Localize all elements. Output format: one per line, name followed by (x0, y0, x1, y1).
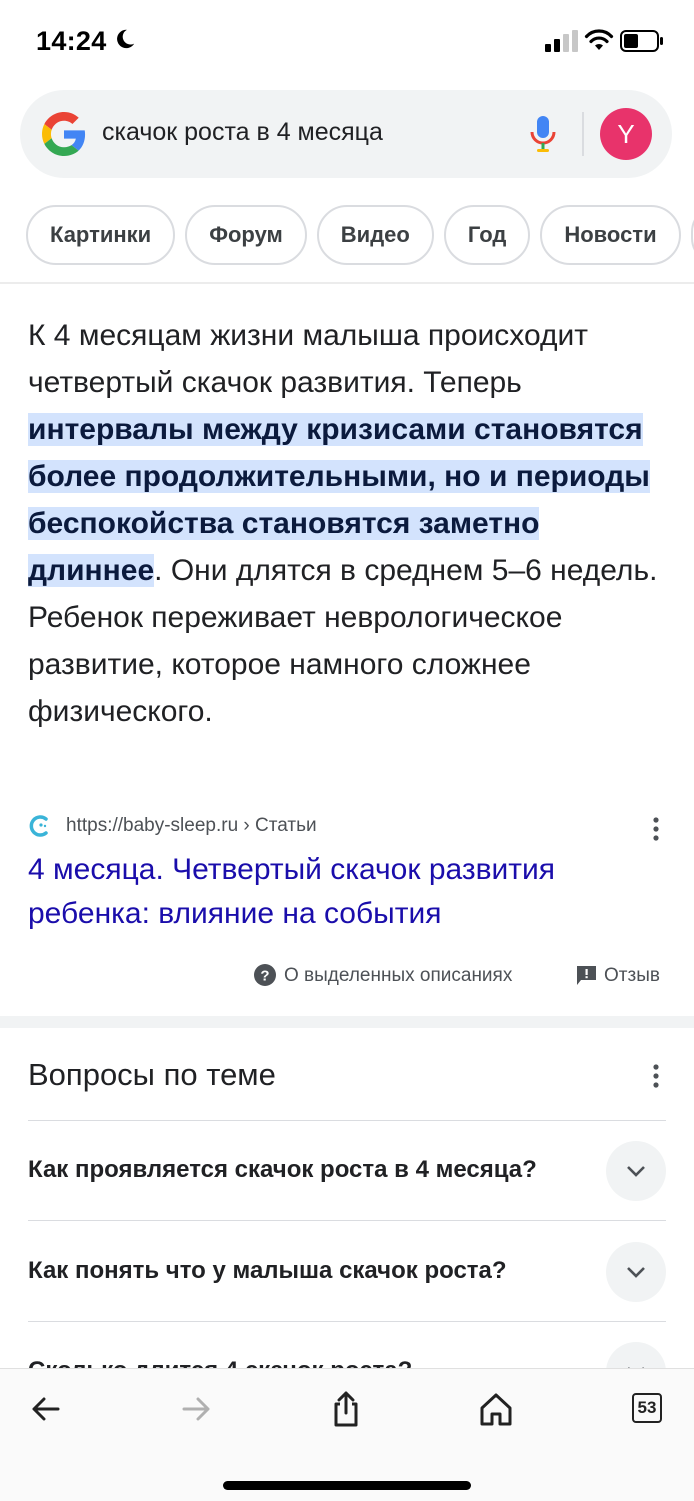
question-item[interactable]: Как понять что у малыша скачок роста? (28, 1257, 507, 1285)
tabs-icon[interactable]: 53 (632, 1393, 662, 1423)
featured-snippet-text: К 4 месяцам жизни малыша происходит четв… (28, 312, 668, 735)
chip-news[interactable]: Новости (540, 205, 681, 265)
svg-text:?: ? (260, 968, 269, 985)
result-title-link[interactable]: 4 месяца. Четвертый скачок развития ребе… (28, 848, 668, 936)
chip-images[interactable]: Картинки (26, 205, 176, 265)
result-url: https://baby-sleep.ru › Статьи (66, 815, 317, 836)
chevron-down-icon (627, 1267, 645, 1278)
related-questions-title: Вопросы по теме (28, 1057, 276, 1092)
about-snippets-link[interactable]: О выделенных описаниях (284, 965, 512, 987)
chips-divider (0, 282, 694, 284)
search-input[interactable]: скачок роста в 4 месяца (102, 118, 383, 147)
battery-icon (620, 30, 663, 52)
search-divider (582, 112, 584, 156)
share-icon[interactable] (326, 1389, 366, 1429)
section-separator (0, 1016, 694, 1028)
divider (28, 1120, 666, 1121)
feedback-link[interactable]: Отзыв (604, 965, 660, 987)
site-favicon-icon (29, 815, 48, 837)
filter-chips: Картинки Форум Видео Год Новости (26, 205, 694, 265)
divider (28, 1220, 666, 1221)
search-box[interactable]: скачок роста в 4 месяца Y (20, 90, 672, 178)
divider (28, 1321, 666, 1322)
forward-arrow-icon[interactable] (176, 1389, 216, 1429)
feedback-row: ? О выделенных описаниях Отзыв (0, 962, 694, 992)
question-item[interactable]: Как проявляется скачок роста в 4 месяца? (28, 1156, 537, 1184)
chip-forum[interactable]: Форум (185, 205, 307, 265)
more-vert-icon[interactable] (644, 1063, 668, 1089)
more-vert-icon[interactable] (644, 816, 668, 842)
moon-icon (117, 29, 135, 49)
wifi-icon (584, 29, 614, 50)
avatar[interactable]: Y (600, 108, 652, 160)
chip-year[interactable]: Год (443, 205, 531, 265)
status-bar: 14:24 (0, 0, 694, 84)
status-time: 14:24 (36, 26, 107, 56)
expand-button[interactable] (606, 1141, 666, 1201)
mic-icon[interactable] (528, 114, 558, 154)
expand-button[interactable] (606, 1242, 666, 1302)
signal-icon (545, 30, 578, 52)
feedback-icon[interactable] (576, 965, 597, 986)
help-icon[interactable]: ? (254, 964, 276, 986)
home-indicator (223, 1481, 471, 1490)
chevron-down-icon (627, 1166, 645, 1177)
chip-video[interactable]: Видео (316, 205, 434, 265)
home-icon[interactable] (476, 1389, 516, 1429)
snippet-text-before: К 4 месяцам жизни малыша происходит четв… (28, 319, 588, 399)
google-logo-icon (42, 112, 86, 156)
result-source[interactable]: https://baby-sleep.ru › Статьи (28, 812, 668, 842)
chip-more[interactable] (690, 205, 694, 265)
browser-toolbar: 53 (0, 1368, 694, 1501)
back-arrow-icon[interactable] (26, 1389, 66, 1429)
